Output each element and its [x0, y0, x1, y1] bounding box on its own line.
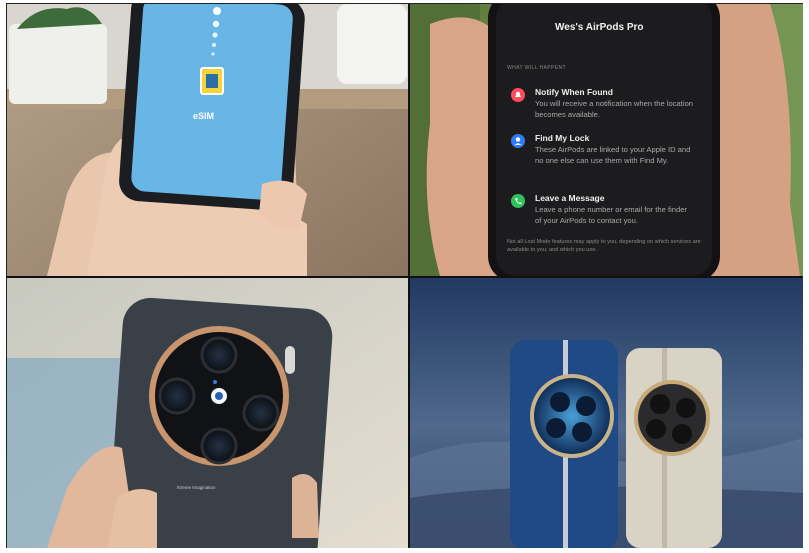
camera-phone-photo [7, 278, 408, 548]
notify-when-found-heading: Notify When Found [535, 87, 613, 97]
lost-mode-footnote: Not all Lost Mode features may apply to … [507, 239, 701, 253]
two-phones-photo [410, 278, 803, 548]
airpods-lost-mode-photo [410, 4, 803, 276]
esim-label: eSIM [193, 111, 215, 121]
find-my-lock-body: These AirPods are linked to your Apple I… [535, 145, 691, 165]
bell-icon [511, 88, 525, 102]
what-will-happen-label: WHAT WILL HAPPEN? [507, 65, 566, 71]
airpods-screen-title: Wes's AirPods Pro [555, 22, 644, 33]
find-my-lock-heading: Find My Lock [535, 133, 590, 143]
leave-a-message-heading: Leave a Message [535, 193, 605, 203]
camera-brand-text: Xtreme Imagination [176, 485, 216, 490]
phone-icon [511, 194, 525, 208]
leave-a-message-body: Leave a phone number or email for the fi… [535, 205, 687, 225]
notify-when-found-body: You will receive a notification when the… [535, 99, 694, 119]
person-icon [511, 134, 525, 148]
esim-phone-photo: eSIM [7, 4, 408, 276]
image-collage: eSIM [6, 3, 803, 548]
